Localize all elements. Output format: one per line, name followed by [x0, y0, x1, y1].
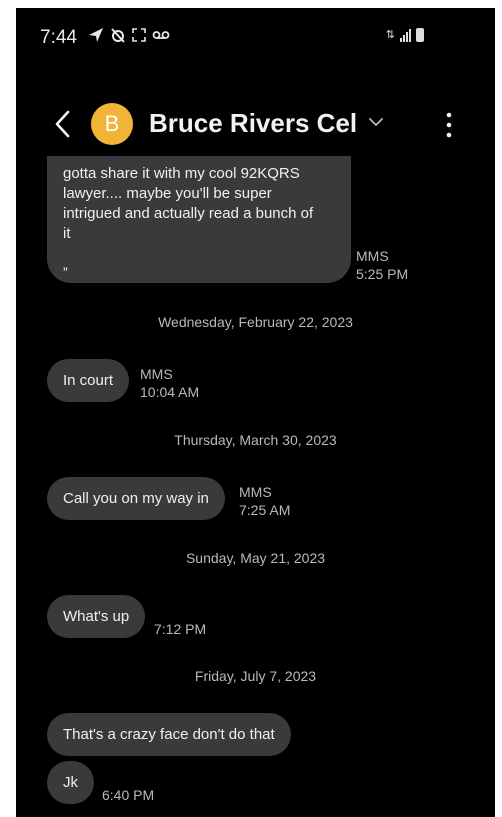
- message-bubble[interactable]: Jk: [47, 761, 94, 804]
- message-meta: 7:12 PM: [154, 620, 206, 638]
- message-text: Jk: [63, 774, 78, 791]
- message-text-line: lawyer.... maybe you'll be super: [63, 185, 272, 202]
- message-text: That's a crazy face don't do that: [63, 726, 275, 743]
- message-time: 7:25 AM: [239, 502, 291, 518]
- message-bubble[interactable]: What's up: [47, 595, 146, 638]
- message-bubble[interactable]: gotta share it with my cool 92KQRS lawye…: [47, 156, 351, 283]
- back-arrow-icon[interactable]: [48, 106, 78, 142]
- message-text: What's up: [63, 608, 130, 625]
- date-separator: Friday, July 7, 2023: [194, 668, 317, 684]
- message-meta: 6:40 PM: [102, 786, 154, 804]
- message-text-line: intrigued and actually read a bunch of: [63, 205, 314, 222]
- message-time: 10:04 AM: [140, 384, 200, 400]
- avatar[interactable]: B: [91, 103, 133, 145]
- contact-name[interactable]: Bruce Rivers Cel: [149, 108, 357, 139]
- message-text-line: gotta share it with my cool 92KQRS: [63, 165, 300, 182]
- signal-icon: [400, 28, 411, 42]
- date-separator: Thursday, March 30, 2023: [174, 432, 337, 448]
- quote-mark: „: [63, 256, 68, 272]
- message-time: 7:12 PM: [154, 621, 207, 637]
- message-text: In court: [63, 372, 114, 389]
- avatar-initial: B: [104, 111, 120, 136]
- navigation-arrow-icon: [89, 28, 103, 42]
- message-text: Call you on my way in: [63, 490, 209, 507]
- message-meta: MMS 7:25 AM: [239, 483, 290, 519]
- message-type: MMS: [140, 366, 173, 382]
- message-meta: MMS 10:04 AM: [140, 365, 199, 401]
- date-separator: Sunday, May 21, 2023: [185, 550, 326, 566]
- battery-icon: [416, 28, 424, 42]
- more-options-icon[interactable]: [442, 110, 456, 140]
- status-icons-right: ⇅: [386, 28, 424, 42]
- message-bubble[interactable]: In court: [47, 359, 130, 402]
- status-icons-left: [88, 27, 170, 43]
- alarm-off-icon: [111, 28, 125, 43]
- message-bubble[interactable]: Call you on my way in: [47, 477, 225, 520]
- status-time: 7:44: [40, 27, 77, 48]
- message-time: 6:40 PM: [102, 787, 155, 803]
- message-meta: MMS 5:25 PM: [356, 247, 408, 283]
- data-transfer-icon: ⇅: [385, 28, 395, 41]
- conversation-header: B Bruce Rivers Cel: [16, 102, 495, 146]
- message-bubble[interactable]: That's a crazy face don't do that: [47, 713, 291, 756]
- message-type: MMS: [239, 484, 272, 500]
- screenshot-frame-icon: [132, 28, 146, 42]
- message-text-line: it: [63, 225, 71, 242]
- voicemail-icon: [152, 31, 170, 39]
- phone-screen: 7:44 ⇅ B Bruce Rivers Cel gotta share it…: [16, 8, 495, 817]
- chevron-down-icon[interactable]: [368, 114, 384, 130]
- date-separator: Wednesday, February 22, 2023: [158, 314, 353, 330]
- message-type: MMS: [356, 248, 389, 264]
- message-time: 5:25 PM: [356, 266, 409, 282]
- status-bar: 7:44 ⇅: [16, 8, 495, 68]
